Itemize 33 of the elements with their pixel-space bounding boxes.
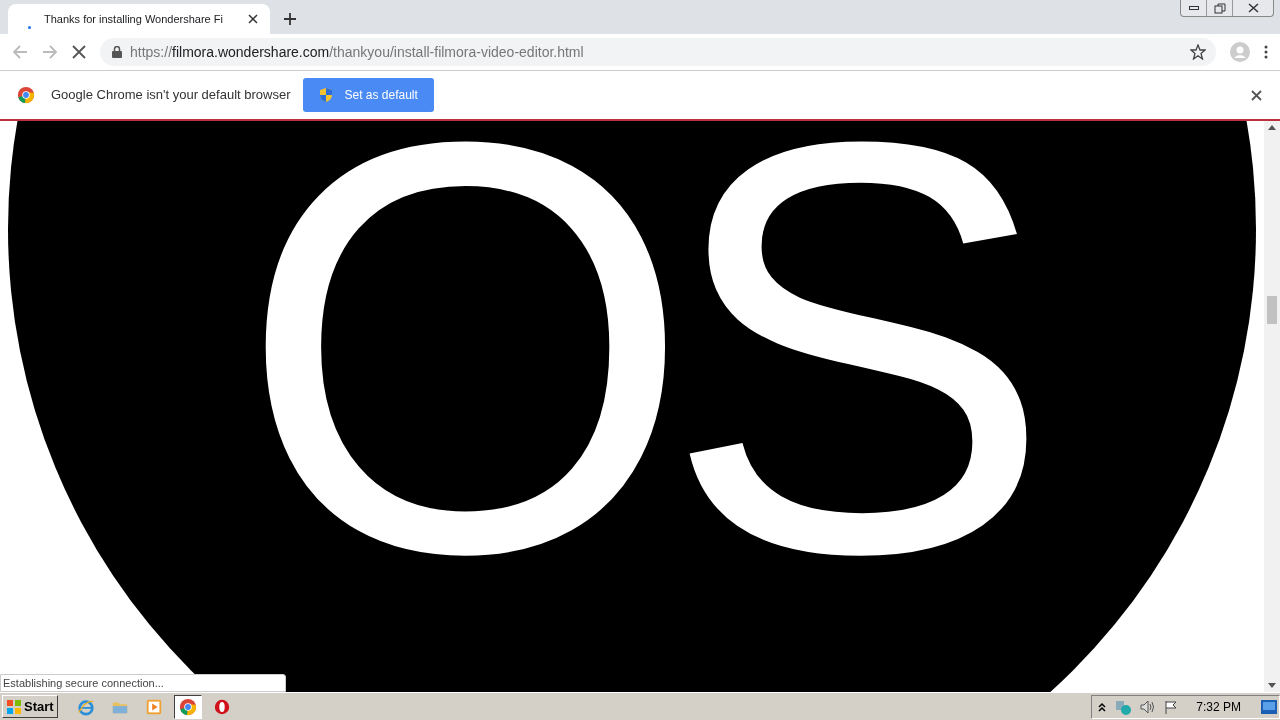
clock[interactable]: 7:32 PM xyxy=(1196,697,1241,716)
desktop-icon[interactable] xyxy=(1261,699,1277,714)
tab-title: Thanks for installing Wondershare Fi xyxy=(44,11,223,27)
media-player-icon[interactable] xyxy=(144,697,163,716)
speaker-icon[interactable] xyxy=(1140,699,1157,714)
start-button[interactable]: Start xyxy=(2,695,58,718)
star-icon[interactable] xyxy=(1190,44,1206,60)
close-icon[interactable] xyxy=(1251,89,1262,101)
windows-logo-icon xyxy=(6,698,22,715)
loading-icon xyxy=(28,25,31,29)
address-bar[interactable]: https://filmora.wondershare.com/thankyou/install-filmora-video-editor.html xyxy=(100,38,1216,66)
chevron-up-icon[interactable] xyxy=(1098,701,1107,712)
chrome-icon[interactable] xyxy=(178,697,197,716)
stop-icon[interactable] xyxy=(72,45,86,59)
new-tab-icon[interactable] xyxy=(284,13,296,25)
scroll-down-icon[interactable] xyxy=(1268,683,1276,688)
scrollbar-thumb[interactable] xyxy=(1267,296,1277,324)
menu-icon[interactable] xyxy=(1264,45,1268,59)
browser-tab[interactable]: Thanks for installing Wondershare Fi xyxy=(8,4,270,34)
url-text: https://filmora.wondershare.com/thankyou/install-filmora-video-editor.html xyxy=(130,42,584,62)
chrome-logo-icon xyxy=(17,86,35,104)
close-icon[interactable] xyxy=(248,14,258,24)
lock-icon xyxy=(112,46,122,58)
opera-icon[interactable] xyxy=(212,697,231,716)
shield-icon xyxy=(319,87,334,103)
restore-icon[interactable] xyxy=(1213,2,1226,14)
close-icon[interactable] xyxy=(1247,3,1259,13)
flag-icon[interactable] xyxy=(1164,699,1179,714)
infobar-message: Google Chrome isn't your default browser xyxy=(51,86,291,105)
status-bubble: Establishing secure connection... xyxy=(0,674,286,692)
logo-text: OS xyxy=(238,121,1024,640)
scroll-up-icon[interactable] xyxy=(1268,125,1276,130)
taskbar-app[interactable] xyxy=(173,694,202,719)
